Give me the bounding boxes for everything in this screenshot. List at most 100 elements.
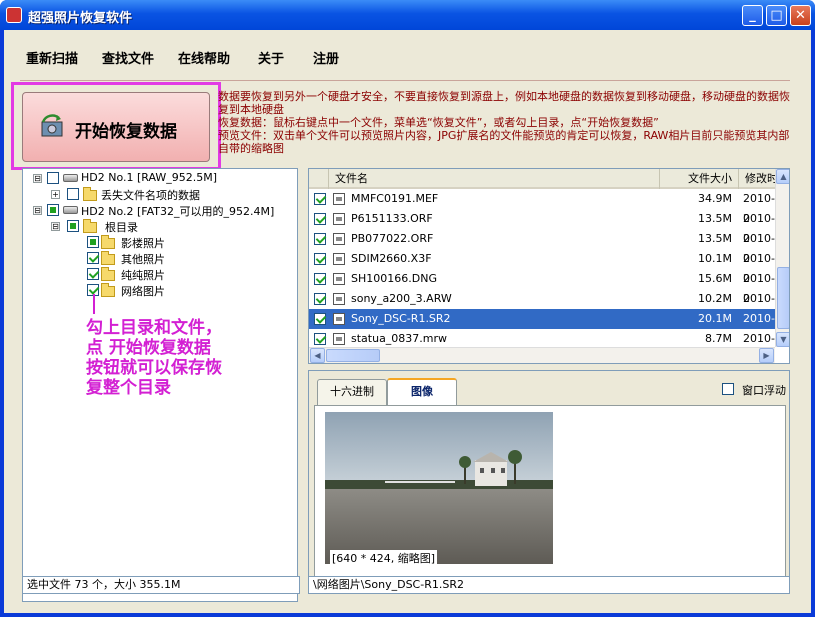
file-size: 34.9M bbox=[698, 192, 732, 205]
row-checkbox[interactable] bbox=[314, 293, 326, 305]
table-row[interactable]: PB077022.ORF 13.5M 2010-0 bbox=[309, 229, 775, 265]
file-size: 10.1M bbox=[698, 252, 732, 265]
tree-node-disk2[interactable]: ⊟ HD2 No.2 [FAT32_可以用的_952.4M] bbox=[31, 203, 291, 218]
menu-register[interactable]: 注册 bbox=[313, 48, 339, 67]
column-header-name[interactable]: 文件名 bbox=[329, 169, 660, 189]
close-button[interactable]: ✕ bbox=[790, 5, 811, 26]
preview-caption: [640 * 424, 缩略图] bbox=[330, 550, 438, 566]
collapse-icon[interactable]: ⊟ bbox=[51, 222, 60, 231]
tree-node-web-images[interactable]: 网络图片 bbox=[31, 283, 291, 298]
expand-icon[interactable]: + bbox=[51, 190, 60, 199]
tree-checkbox[interactable] bbox=[47, 204, 59, 216]
tree-checkbox[interactable] bbox=[87, 268, 99, 280]
tree-checkbox[interactable] bbox=[67, 188, 79, 200]
tree-label: HD2 No.1 [RAW_952.5M] bbox=[81, 171, 218, 184]
minimize-button[interactable]: _ bbox=[742, 5, 763, 26]
tree-node-studio-photos[interactable]: 影楼照片 bbox=[31, 235, 291, 250]
table-row[interactable]: MMFC0191.MEF 34.9M 2010-0 bbox=[309, 189, 775, 225]
file-name: SDIM2660.X3F bbox=[351, 252, 432, 265]
scroll-thumb[interactable] bbox=[326, 349, 380, 362]
folder-icon bbox=[101, 251, 115, 265]
annotation-line: 点 开始恢复数据 bbox=[86, 338, 211, 358]
status-path: \网络图片\Sony_DSC-R1.SR2 bbox=[308, 576, 790, 594]
preview-panel: 十六进制 图像 窗口浮动 [640 * 424, 缩略图] bbox=[308, 370, 790, 594]
row-checkbox[interactable] bbox=[314, 193, 326, 205]
menu-online-help[interactable]: 在线帮助 bbox=[178, 48, 230, 67]
scroll-up-icon[interactable]: ▲ bbox=[776, 169, 789, 184]
menu-rescan[interactable]: 重新扫描 bbox=[26, 48, 78, 67]
header-spacer bbox=[309, 169, 329, 189]
info-line: 预览文件：双击单个文件可以预览照片内容，JPG扩展名的文件能预览的肯定可以恢复，… bbox=[218, 129, 790, 155]
row-checkbox[interactable] bbox=[314, 213, 326, 225]
tree-label: 根目录 bbox=[105, 221, 138, 234]
tree-node-disk1[interactable]: ⊟ HD2 No.1 [RAW_952.5M] bbox=[31, 171, 291, 186]
tree-checkbox[interactable] bbox=[87, 252, 99, 264]
folder-icon bbox=[101, 267, 115, 281]
table-row[interactable]: Sony_DSC-R1.SR2 20.1M 2010-0 bbox=[309, 309, 775, 345]
file-list[interactable]: 文件名 文件大小 修改时 MMFC0191.MEF 34.9M 2010-0 P615… bbox=[308, 168, 790, 364]
raw-file-icon bbox=[333, 233, 345, 245]
float-window-checkbox[interactable] bbox=[722, 383, 734, 395]
tree-checkbox[interactable] bbox=[47, 172, 59, 184]
collapse-icon[interactable]: ⊟ bbox=[33, 174, 42, 183]
raw-file-icon bbox=[333, 333, 345, 345]
file-size: 13.5M bbox=[698, 212, 732, 225]
table-row[interactable]: SDIM2660.X3F 10.1M 2010-0 bbox=[309, 249, 775, 285]
row-checkbox[interactable] bbox=[314, 253, 326, 265]
row-checkbox[interactable] bbox=[314, 313, 326, 325]
client-area: 重新扫描 查找文件 在线帮助 关于 注册 开始恢复数据 数据要恢复到另外一个硬盘… bbox=[4, 30, 811, 613]
table-row[interactable]: SH100166.DNG 15.6M 2010-0 bbox=[309, 269, 775, 305]
row-checkbox[interactable] bbox=[314, 333, 326, 345]
menu-divider bbox=[20, 80, 790, 81]
column-header-size[interactable]: 文件大小 bbox=[660, 169, 739, 189]
table-row[interactable]: P6151133.ORF 13.5M 2010-0 bbox=[309, 209, 775, 245]
row-checkbox[interactable] bbox=[314, 273, 326, 285]
file-name: MMFC0191.MEF bbox=[351, 192, 439, 205]
image-preview: [640 * 424, 缩略图] bbox=[314, 405, 786, 591]
menu-find-file[interactable]: 查找文件 bbox=[102, 48, 154, 67]
file-name: sony_a200_3.ARW bbox=[351, 292, 452, 305]
tree-checkbox[interactable] bbox=[87, 236, 99, 248]
table-row[interactable]: statua_0837.mrw8.7M2010-0 bbox=[309, 329, 775, 363]
column-header-date[interactable]: 修改时 bbox=[739, 169, 779, 189]
maximize-button[interactable]: □ bbox=[766, 5, 787, 26]
tree-node-lost-names[interactable]: + 丢失文件名项的数据 bbox=[31, 187, 291, 202]
info-line: 数据要恢复到另外一个硬盘才安全，不要直接恢复到源盘上，例如本地硬盘的数据恢复到移… bbox=[218, 90, 790, 116]
annotation-pointer bbox=[93, 294, 95, 314]
row-checkbox[interactable] bbox=[314, 233, 326, 245]
scroll-right-icon[interactable]: ▶ bbox=[759, 348, 774, 363]
info-line: 恢复数据：鼠标右键点中一个文件，菜单选“恢复文件”，或者勾上目录，点“开始恢复数… bbox=[218, 116, 659, 129]
tree-label: 其他照片 bbox=[121, 253, 165, 266]
raw-file-icon bbox=[333, 273, 345, 285]
annotation-line: 复整个目录 bbox=[86, 378, 171, 398]
list-vertical-scrollbar[interactable]: ▲ ▼ bbox=[775, 169, 789, 347]
tab-hex[interactable]: 十六进制 bbox=[317, 379, 387, 405]
tree-node-other-photos[interactable]: 其他照片 bbox=[31, 251, 291, 266]
preview-photo bbox=[325, 412, 553, 564]
app-window: 超强照片恢复软件 _ □ ✕ 重新扫描 查找文件 在线帮助 关于 注册 开始恢复… bbox=[0, 0, 815, 617]
annotation-line: 按钮就可以保存恢 bbox=[86, 358, 222, 378]
tree-node-root[interactable]: ⊟ 根目录 bbox=[31, 219, 291, 234]
menu-about[interactable]: 关于 bbox=[258, 48, 284, 67]
scroll-left-icon[interactable]: ◀ bbox=[310, 348, 325, 363]
start-recover-button[interactable]: 开始恢复数据 bbox=[22, 92, 210, 162]
tree-label: 网络图片 bbox=[121, 285, 165, 298]
raw-file-icon bbox=[333, 313, 345, 325]
folder-icon bbox=[83, 219, 97, 233]
tab-image[interactable]: 图像 bbox=[387, 378, 457, 406]
collapse-icon[interactable]: ⊟ bbox=[33, 206, 42, 215]
tree-checkbox[interactable] bbox=[67, 220, 79, 232]
title-bar[interactable]: 超强照片恢复软件 _ □ ✕ bbox=[0, 0, 815, 30]
tree-label: 丢失文件名项的数据 bbox=[101, 189, 200, 202]
tree-node-pure-photos[interactable]: 纯纯照片 bbox=[31, 267, 291, 282]
start-recover-label: 开始恢复数据 bbox=[75, 122, 177, 142]
table-row[interactable]: sony_a200_3.ARW10.2M2010-0 bbox=[309, 289, 775, 325]
annotation-text: 勾上目录和文件， 点 开始恢复数据 按钮就可以保存恢 复整个目录 bbox=[86, 318, 286, 398]
annotation-line: 勾上目录和文件， bbox=[86, 318, 222, 338]
list-horizontal-scrollbar[interactable]: ◀ ▶ bbox=[309, 347, 775, 363]
info-text: 数据要恢复到另外一个硬盘才安全，不要直接恢复到源盘上，例如本地硬盘的数据恢复到移… bbox=[218, 90, 792, 155]
tree-label: HD2 No.2 [FAT32_可以用的_952.4M] bbox=[81, 205, 275, 218]
file-name: statua_0837.mrw bbox=[351, 332, 448, 345]
scroll-thumb[interactable] bbox=[777, 267, 789, 329]
scroll-down-icon[interactable]: ▼ bbox=[776, 332, 789, 347]
